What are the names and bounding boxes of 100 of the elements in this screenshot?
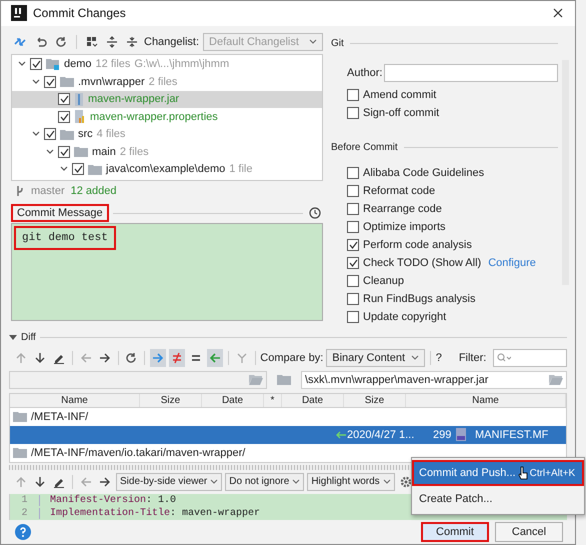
checkbox[interactable] — [72, 163, 84, 176]
chevron-down-icon[interactable] — [18, 61, 26, 68]
checkbox[interactable] — [347, 184, 359, 196]
checkbox[interactable] — [347, 106, 359, 118]
gear-icon — [400, 476, 412, 488]
folder-icon — [277, 374, 291, 385]
checkbox[interactable] — [347, 202, 359, 214]
toolbar-button[interactable] — [104, 34, 120, 50]
help-icon — [15, 524, 31, 540]
column-header[interactable]: Name — [10, 394, 140, 406]
checkbox[interactable] — [347, 292, 359, 304]
search-icon — [497, 352, 512, 362]
dropdown-value: Highlight words — [311, 476, 380, 487]
checkbox[interactable] — [347, 238, 359, 250]
chevron-down-icon[interactable] — [32, 131, 40, 138]
filter-toggle[interactable] — [150, 348, 166, 366]
checkbox[interactable] — [347, 88, 359, 100]
viewer-dropdown[interactable]: Side-by-side viewer — [116, 472, 222, 490]
column-header[interactable]: Name — [406, 394, 566, 406]
author-field[interactable] — [384, 64, 558, 82]
menu-item[interactable]: Create Patch... — [412, 486, 584, 512]
compare-label: Compare by: — [260, 352, 324, 364]
ignore-dropdown[interactable]: Do not ignore — [225, 472, 304, 490]
filter-label: Filter: — [458, 352, 486, 364]
menu-item[interactable]: Commit and Push... Ctrl+Alt+K — [412, 460, 584, 486]
checkbox[interactable] — [58, 93, 70, 106]
checkbox[interactable] — [347, 310, 359, 322]
path-field[interactable]: \sxk\.mvn\wrapper\maven-wrapper.jar — [301, 370, 567, 388]
chevron-down-icon[interactable] — [46, 148, 54, 155]
file-size: 299 — [433, 428, 452, 440]
path-text: \sxk\.mvn\wrapper\maven-wrapper.jar — [305, 374, 488, 386]
module-folder-icon — [46, 58, 60, 70]
folder-icon — [13, 411, 27, 422]
chevron-down-icon[interactable] — [60, 166, 68, 172]
dropdown-value: Do not ignore — [229, 476, 290, 487]
column-header[interactable]: Date — [282, 394, 344, 406]
help-button[interactable] — [13, 522, 33, 542]
file-count: 1 file — [229, 163, 252, 176]
left-arrow-icon — [335, 430, 347, 440]
tree-row[interactable]: maven-wrapper.properties — [12, 108, 322, 126]
branch-icon — [15, 185, 25, 197]
tree-row[interactable]: main 2 files — [12, 143, 322, 160]
commit-button[interactable]: Commit — [421, 522, 489, 542]
commit-message-field[interactable]: git demo test — [11, 223, 323, 321]
option-label: Optimize imports — [363, 220, 446, 232]
group-icon — [86, 36, 98, 48]
chevron-down-icon — [382, 478, 391, 484]
table-row[interactable]: /META-INF/ — [10, 408, 566, 426]
checkbox[interactable] — [347, 274, 359, 286]
right-arrow-icon — [152, 352, 164, 364]
window-title: Commit Changes — [33, 6, 127, 20]
folder-path: /META-INF/ — [31, 410, 88, 422]
collapse-all-icon — [126, 36, 138, 48]
compare-dropdown[interactable]: Binary Content — [326, 348, 426, 366]
file-name: .mvn\wrapper — [78, 76, 145, 88]
highlight-dropdown[interactable]: Highlight words — [307, 472, 395, 490]
file-count: 12 files — [96, 58, 130, 70]
history-icon — [309, 207, 321, 219]
configure-link[interactable]: Configure — [488, 256, 536, 268]
column-header[interactable]: Size — [140, 394, 202, 406]
checkbox[interactable] — [347, 256, 359, 268]
line-number: 2 — [10, 508, 40, 518]
option-label: Perform code analysis — [363, 238, 472, 250]
table-row[interactable]: 2020/4/27 1... 299 MANIFEST.MF — [10, 426, 566, 444]
tree-row[interactable]: src 4 files — [12, 126, 322, 143]
not-equal-icon — [170, 352, 183, 364]
tree-row[interactable]: .mvn\wrapper 2 files — [12, 73, 322, 90]
filter-toggle[interactable] — [168, 348, 185, 366]
checkbox[interactable] — [347, 166, 359, 178]
triangle-down-icon[interactable] — [9, 334, 17, 340]
section-title: Diff — [21, 332, 36, 343]
file-name: maven-wrapper.properties — [90, 110, 218, 123]
column-header[interactable]: Size — [344, 394, 406, 406]
help-mark[interactable]: ? — [436, 352, 442, 364]
checkbox[interactable] — [347, 220, 359, 232]
commit-message-label: Commit Message — [11, 204, 109, 222]
table-row[interactable]: /META-INF/maven/io.takari/maven-wrapper/ — [10, 444, 566, 462]
filter-toggle[interactable] — [206, 348, 223, 366]
checkbox[interactable] — [58, 110, 70, 123]
history-button[interactable] — [307, 205, 323, 221]
filter-field[interactable] — [493, 348, 568, 366]
changelist-value: Default Changelist — [209, 36, 299, 48]
file-count: 2 files — [120, 146, 149, 158]
refresh-icon — [125, 352, 138, 364]
checkbox[interactable] — [44, 76, 56, 88]
file-name: MANIFEST.MF — [474, 428, 548, 440]
cancel-button[interactable]: Cancel — [495, 522, 563, 542]
option-label: Cleanup — [363, 274, 404, 286]
column-header[interactable]: * — [264, 394, 282, 406]
checkbox[interactable] — [44, 128, 56, 140]
column-header[interactable]: Date — [202, 394, 264, 406]
branch-name: master — [31, 185, 65, 197]
tree-row[interactable]: java\com\example\demo 1 file — [12, 160, 322, 178]
tree-row[interactable]: demo 12 files G:\w\...\jhmm\jhmm — [12, 56, 322, 73]
chevron-down-icon[interactable] — [32, 78, 40, 85]
file-count: 4 files — [96, 128, 126, 140]
checkbox[interactable] — [30, 58, 42, 70]
path-field[interactable] — [9, 370, 267, 388]
left-arrow-icon — [80, 476, 92, 488]
checkbox[interactable] — [58, 146, 70, 158]
